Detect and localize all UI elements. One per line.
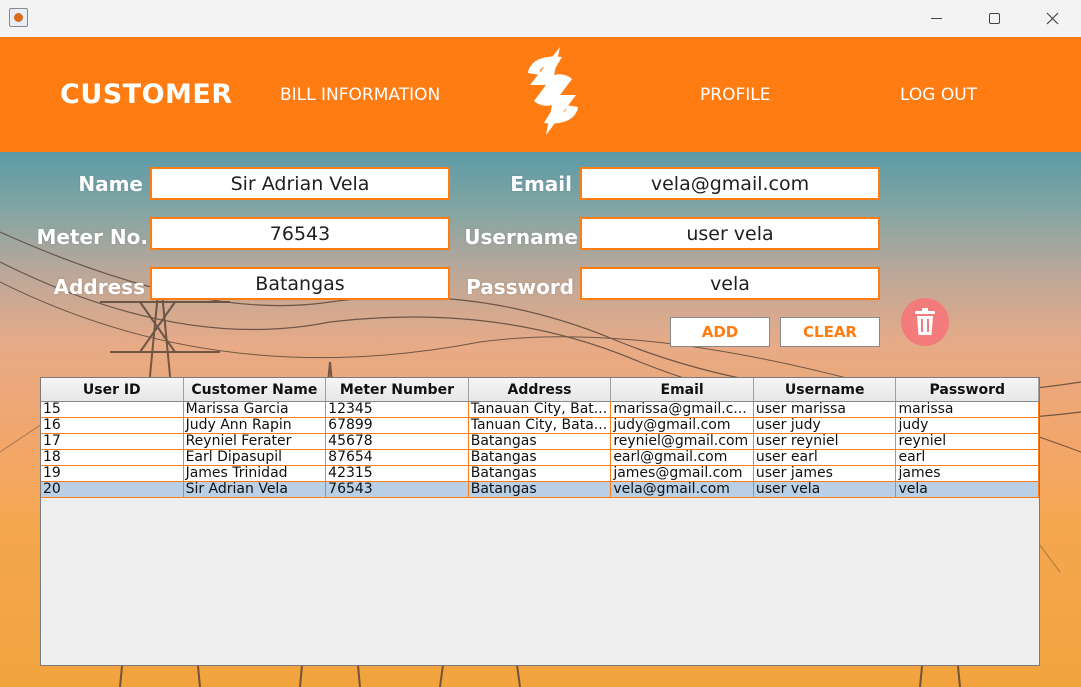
table-row-selected[interactable]: 20 Sir Adrian Vela 76543 Batangas vela@g… [41,482,1040,498]
table-cell: 16 [41,418,184,433]
nav-bill-information[interactable]: BILL INFORMATION [280,37,440,152]
name-field[interactable] [150,167,450,200]
table-cell: Batangas [469,450,612,465]
delete-button[interactable] [901,298,949,346]
table-cell: 12345 [326,402,469,417]
table-cell: Earl Dipasupil [184,450,327,465]
table-cell: 20 [41,482,184,497]
table-cell: Batangas [469,482,612,497]
table-cell: james@gmail.com [611,466,754,481]
email-label: Email [510,172,572,196]
maximize-button[interactable] [965,0,1023,37]
column-header[interactable]: Customer Name [183,378,327,401]
table-cell: 42315 [326,466,469,481]
lightning-dollar-icon [528,47,578,135]
table-cell: user reyniel [754,434,897,449]
username-field[interactable] [580,217,880,250]
table-cell: judy [896,418,1040,433]
column-header[interactable]: User ID [41,378,184,401]
table-cell: reyniel@gmail.com [611,434,754,449]
minimize-icon [930,18,942,19]
table-cell: 67899 [326,418,469,433]
table-cell: user marissa [754,402,897,417]
table-cell: Batangas [469,434,612,449]
table-row[interactable]: 17 Reyniel Ferater 45678 Batangas reynie… [41,434,1040,450]
table-cell: Sir Adrian Vela [184,482,327,497]
table-cell: reyniel [896,434,1040,449]
table-row[interactable]: 16 Judy Ann Rapin 67899 Tanuan City, Bat… [41,418,1040,434]
table-cell: Judy Ann Rapin [184,418,327,433]
meter-no-label: Meter No. [36,225,149,249]
column-header[interactable]: Address [468,378,612,401]
java-app-icon [9,8,28,27]
column-header[interactable]: Meter Number [326,378,469,401]
username-label: Username [464,225,578,249]
column-header[interactable]: Username [753,378,897,401]
table-cell: 17 [41,434,184,449]
add-button[interactable]: ADD [670,317,770,347]
table-cell: james [896,466,1040,481]
table-cell: Marissa Garcia [184,402,327,417]
password-field[interactable] [580,267,880,300]
table-cell: 15 [41,402,184,417]
table-cell: vela [896,482,1040,497]
table-cell: user vela [754,482,897,497]
table-cell: Reyniel Ferater [184,434,327,449]
table-cell: user judy [754,418,897,433]
table-cell: earl [896,450,1040,465]
address-field[interactable] [150,267,450,300]
meter-no-field[interactable] [150,217,450,250]
nav-profile[interactable]: PROFILE [700,37,770,152]
table-cell: 87654 [326,450,469,465]
table-cell: vela@gmail.com [611,482,754,497]
customers-table[interactable]: User ID Customer Name Meter Number Addre… [40,377,1040,666]
trash-icon [915,308,935,335]
nav-logout[interactable]: LOG OUT [900,37,977,152]
table-cell: James Trinidad [184,466,327,481]
table-cell: 76543 [326,482,469,497]
table-cell: marissa [896,402,1040,417]
clear-button[interactable]: CLEAR [780,317,880,347]
table-cell: marissa@gmail.c... [611,402,754,417]
table-cell: judy@gmail.com [611,418,754,433]
header-bar: CUSTOMER BILL INFORMATION PROFILE LOG OU… [0,37,1081,152]
table-row[interactable]: 15 Marissa Garcia 12345 Tanauan City, Ba… [41,402,1040,418]
table-header: User ID Customer Name Meter Number Addre… [41,378,1040,402]
minimize-button[interactable] [907,0,965,37]
nav-customer[interactable]: CUSTOMER [60,37,233,152]
address-label: Address [53,275,145,299]
window-titlebar [0,0,1081,37]
table-cell: earl@gmail.com [611,450,754,465]
password-label: Password [466,275,574,299]
table-row[interactable]: 19 James Trinidad 42315 Batangas james@g… [41,466,1040,482]
name-label: Name [78,172,143,196]
table-cell: 45678 [326,434,469,449]
close-icon [1046,12,1058,25]
table-cell: user earl [754,450,897,465]
table-cell: Tanuan City, Bata... [469,418,612,433]
column-header[interactable]: Email [611,378,754,401]
column-header[interactable]: Password [896,378,1040,401]
table-cell: user james [754,466,897,481]
table-row[interactable]: 18 Earl Dipasupil 87654 Batangas earl@gm… [41,450,1040,466]
table-cell: Tanauan City, Bat... [469,402,612,417]
close-button[interactable] [1023,0,1081,37]
table-cell: 18 [41,450,184,465]
table-cell: Batangas [469,466,612,481]
email-field[interactable] [580,167,880,200]
maximize-icon [988,13,1000,24]
table-cell: 19 [41,466,184,481]
